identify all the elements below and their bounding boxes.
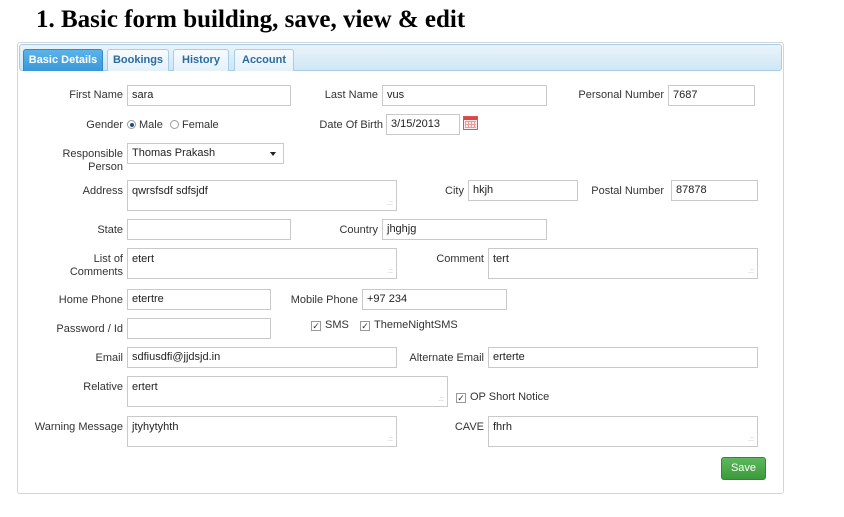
- alternate-email-label: Alternate Email: [409, 352, 484, 364]
- tab-account[interactable]: Account: [234, 49, 294, 71]
- cave-label: CAVE: [454, 421, 484, 433]
- tab-basic-details[interactable]: Basic Details: [23, 49, 103, 71]
- gender-male-label: Male: [139, 119, 163, 131]
- sms-label: SMS: [325, 319, 349, 331]
- resize-grip-icon[interactable]: .::: [748, 268, 754, 276]
- home-phone-field[interactable]: etertre: [127, 289, 271, 310]
- cave-value: fhrh: [493, 421, 512, 433]
- postal-number-label: Postal Number: [591, 185, 664, 197]
- responsible-person-select[interactable]: Thomas Prakash: [127, 143, 284, 164]
- postal-number-field[interactable]: 87878: [671, 180, 758, 201]
- resize-grip-icon[interactable]: .::: [387, 268, 393, 276]
- date-of-birth-field[interactable]: 3/15/2013: [386, 114, 460, 135]
- theme-night-sms-checkbox[interactable]: ✓: [360, 321, 370, 331]
- gender-female-label: Female: [182, 119, 219, 131]
- theme-night-sms-checkbox-group[interactable]: ✓ ThemeNightSMS: [360, 319, 458, 332]
- state-label: State: [97, 224, 123, 236]
- state-field[interactable]: [127, 219, 291, 240]
- gender-label: Gender: [86, 119, 123, 131]
- calendar-icon[interactable]: [463, 116, 478, 130]
- responsible-person-label: Responsible Person: [62, 148, 123, 173]
- alternate-email-field[interactable]: erterte: [488, 347, 758, 368]
- comment-label: Comment: [436, 253, 484, 265]
- list-of-comments-label: List of Comments: [69, 253, 123, 278]
- chevron-down-icon: [270, 152, 276, 156]
- radio-female[interactable]: [170, 120, 179, 129]
- gender-female-option[interactable]: Female: [170, 119, 219, 132]
- list-of-comments-value: etert: [132, 253, 155, 265]
- save-button[interactable]: Save: [721, 457, 766, 480]
- gender-male-option[interactable]: Male: [127, 119, 163, 132]
- home-phone-label: Home Phone: [58, 294, 123, 306]
- relative-field[interactable]: ertert.::: [127, 376, 448, 407]
- country-label: Country: [339, 224, 378, 236]
- city-field[interactable]: hkjh: [468, 180, 578, 201]
- personal-number-label: Personal Number: [578, 89, 664, 101]
- cave-field[interactable]: fhrh.::: [488, 416, 758, 447]
- address-value: qwrsfsdf sdfsjdf: [132, 185, 208, 197]
- email-label: Email: [95, 352, 123, 364]
- country-field[interactable]: jhghjg: [382, 219, 547, 240]
- tab-bookings[interactable]: Bookings: [107, 49, 169, 71]
- responsible-person-value: Thomas Prakash: [132, 147, 216, 159]
- password-id-label: Password / Id: [56, 323, 123, 335]
- op-short-notice-label: OP Short Notice: [470, 391, 550, 403]
- sms-checkbox-group[interactable]: ✓ SMS: [311, 319, 349, 332]
- tab-history[interactable]: History: [173, 49, 229, 71]
- password-id-field[interactable]: [127, 318, 271, 339]
- list-of-comments-field[interactable]: etert.::: [127, 248, 397, 279]
- resize-grip-icon[interactable]: .::: [438, 396, 444, 404]
- mobile-phone-field[interactable]: +97 234: [362, 289, 507, 310]
- warning-message-label: Warning Message: [34, 421, 123, 433]
- warning-message-field[interactable]: jtyhytyhth.::: [127, 416, 397, 447]
- comment-value: tert: [493, 253, 509, 265]
- relative-label: Relative: [83, 381, 123, 393]
- resize-grip-icon[interactable]: .::: [387, 200, 393, 208]
- resize-grip-icon[interactable]: .::: [748, 436, 754, 444]
- email-field[interactable]: sdfiusdfi@jjdsjd.in: [127, 347, 397, 368]
- personal-number-field[interactable]: 7687: [668, 85, 755, 106]
- sms-checkbox[interactable]: ✓: [311, 321, 321, 331]
- comment-field[interactable]: tert.::: [488, 248, 758, 279]
- radio-male[interactable]: [127, 120, 136, 129]
- city-label: City: [445, 185, 464, 197]
- mobile-phone-label: Mobile Phone: [290, 294, 358, 306]
- page-title: 1. Basic form building, save, view & edi…: [36, 6, 466, 33]
- theme-night-sms-label: ThemeNightSMS: [374, 319, 458, 331]
- relative-value: ertert: [132, 381, 158, 393]
- last-name-field[interactable]: vus: [382, 85, 547, 106]
- resize-grip-icon[interactable]: .::: [387, 436, 393, 444]
- first-name-label: First Name: [69, 89, 123, 101]
- date-of-birth-label: Date Of Birth: [319, 119, 383, 131]
- last-name-label: Last Name: [324, 89, 378, 101]
- address-label: Address: [82, 185, 123, 197]
- address-field[interactable]: qwrsfsdf sdfsjdf.::: [127, 180, 397, 211]
- op-short-notice-checkbox-group[interactable]: ✓ OP Short Notice: [456, 391, 549, 404]
- warning-message-value: jtyhytyhth: [132, 421, 179, 433]
- first-name-field[interactable]: sara: [127, 85, 291, 106]
- op-short-notice-checkbox[interactable]: ✓: [456, 393, 466, 403]
